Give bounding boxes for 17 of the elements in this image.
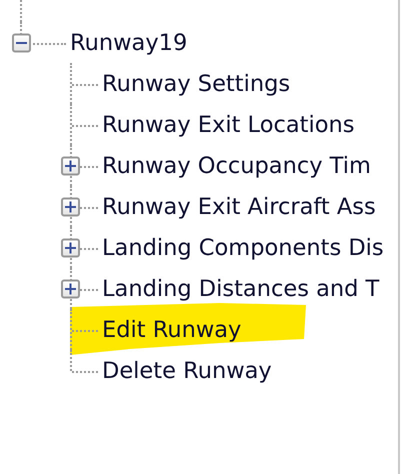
plus-icon xyxy=(65,242,76,253)
tree-item[interactable]: Runway Occupancy Tim xyxy=(102,152,371,178)
tree-item[interactable]: Runway Settings xyxy=(102,70,290,96)
tree-item[interactable]: Runway Exit Locations xyxy=(102,112,354,138)
plus-icon xyxy=(65,160,76,171)
tree-item[interactable]: Landing Distances and T xyxy=(102,276,380,302)
plus-icon xyxy=(65,283,76,294)
tree-item[interactable]: Runway Exit Aircraft Ass xyxy=(102,194,376,220)
expand-button[interactable] xyxy=(61,238,80,257)
expand-button[interactable] xyxy=(61,197,80,216)
tree-item[interactable]: Landing Components Dis xyxy=(102,234,384,260)
tree-item[interactable]: Delete Runway xyxy=(102,358,272,384)
plus-icon xyxy=(65,201,76,212)
tree-item[interactable]: Runway19 xyxy=(70,30,188,56)
expand-button[interactable] xyxy=(61,279,80,298)
collapse-button[interactable] xyxy=(12,33,31,52)
expand-button[interactable] xyxy=(61,156,80,175)
